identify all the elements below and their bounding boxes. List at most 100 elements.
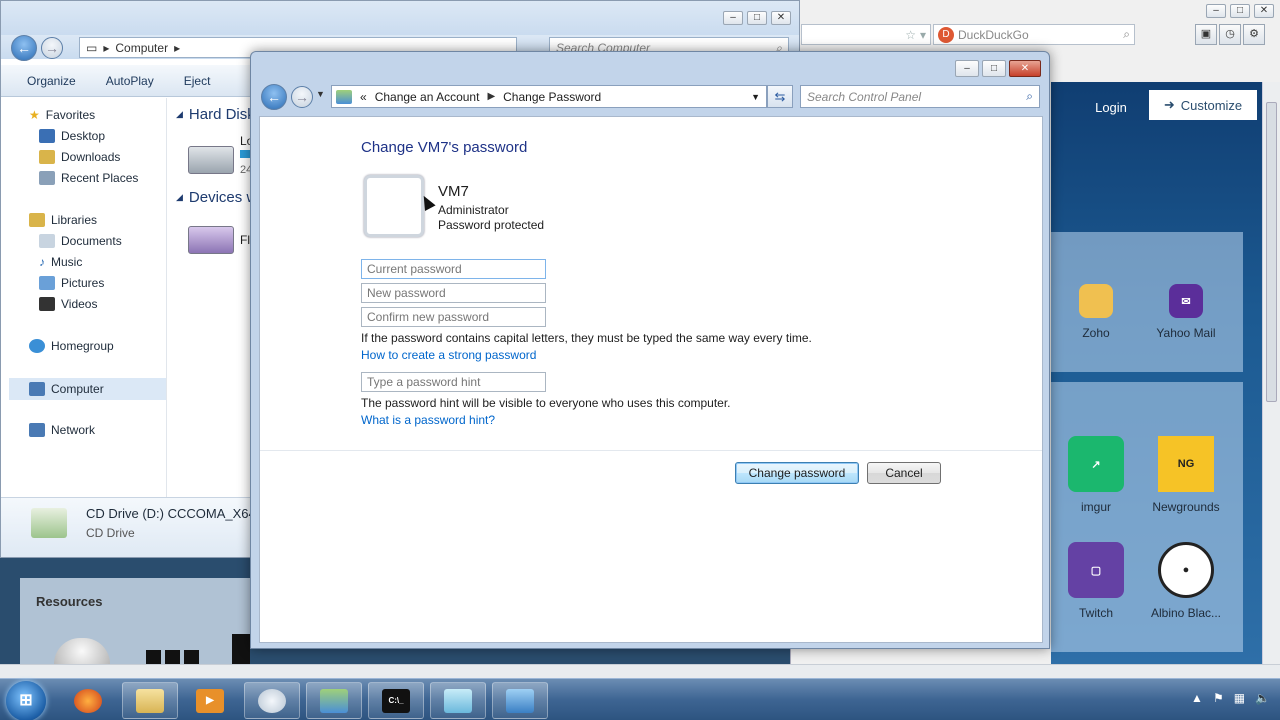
volume-icon[interactable]: 🔈 xyxy=(1255,691,1270,705)
group-hard-disk[interactable]: ◢ Hard Disk xyxy=(176,106,255,123)
start-button[interactable]: ⊞ xyxy=(6,681,46,720)
collapse-icon[interactable]: ◢ xyxy=(176,109,183,120)
wikipedia-icon[interactable] xyxy=(54,638,110,664)
tile-albino-blacksheep[interactable]: ● Albino Blac... xyxy=(1141,542,1231,620)
tile-imgur[interactable]: ↗ imgur xyxy=(1051,436,1141,514)
taskbar-app[interactable] xyxy=(244,682,300,719)
refresh-icon[interactable]: ⇆ xyxy=(767,85,793,108)
taskbar-media-player[interactable]: ▶ xyxy=(182,682,238,719)
browser-search-field[interactable]: D DuckDuckGo ⌕ xyxy=(933,24,1135,45)
cp-minimize-button[interactable]: – xyxy=(955,60,979,77)
horizontal-scrollbar[interactable] xyxy=(0,664,1280,678)
cp-search-input[interactable]: Search Control Panel ⌕ xyxy=(800,85,1040,108)
taskbar-notepad[interactable] xyxy=(430,682,486,719)
bookmarks-icon[interactable]: ▣ xyxy=(1195,24,1217,45)
explorer-minimize-button[interactable]: – xyxy=(723,11,743,25)
collapse-icon[interactable]: ◢ xyxy=(176,192,183,203)
login-button[interactable]: Login xyxy=(1083,92,1139,122)
action-center-icon[interactable]: ⚑ xyxy=(1213,691,1224,705)
browser-scrollbar[interactable] xyxy=(1262,82,1280,664)
nav-videos[interactable]: Videos xyxy=(39,297,97,311)
taskbar-explorer[interactable] xyxy=(122,682,178,719)
floppy-drive-icon[interactable] xyxy=(188,226,234,254)
explorer-maximize-button[interactable]: □ xyxy=(747,11,767,25)
breadcrumb-overflow[interactable]: « xyxy=(360,90,367,104)
forward-arrow-icon[interactable]: → xyxy=(291,86,313,108)
recent-pages-dropdown-icon[interactable]: ▼ xyxy=(316,89,325,99)
chevron-down-icon[interactable]: ▼ xyxy=(751,92,760,102)
nav-pictures[interactable]: Pictures xyxy=(39,276,104,290)
nav-label: Computer xyxy=(51,382,104,396)
tile-label: Twitch xyxy=(1078,606,1113,620)
breadcrumb-change-password[interactable]: Change Password xyxy=(503,90,601,104)
search-icon[interactable]: ⌕ xyxy=(1026,89,1033,104)
scrollbar-thumb[interactable] xyxy=(1266,102,1277,402)
tile-yahoo-mail[interactable]: ✉ Yahoo Mail xyxy=(1141,284,1231,340)
password-hint-input[interactable] xyxy=(361,372,546,392)
user-name: VM7 xyxy=(438,183,469,200)
nav-desktop[interactable]: Desktop xyxy=(39,129,105,143)
taskbar-command-prompt[interactable]: C:\_ xyxy=(368,682,424,719)
browser-page: Login ➜ Customize Zoho ✉ Yahoo Mail ↗ im… xyxy=(1051,82,1262,664)
gear-icon[interactable]: ⚙ xyxy=(1243,24,1265,45)
nav-favorites[interactable]: ★ Favorites xyxy=(29,108,95,122)
show-hidden-icons-icon[interactable]: ▲ xyxy=(1191,691,1203,705)
cancel-button[interactable]: Cancel xyxy=(867,462,941,484)
taskbar-control-panel-users[interactable] xyxy=(306,682,362,719)
strong-password-link[interactable]: How to create a strong password xyxy=(361,348,536,362)
current-password-input[interactable] xyxy=(361,259,546,279)
nav-network[interactable]: Network xyxy=(29,423,95,437)
taskbar-control-panel[interactable] xyxy=(492,682,548,719)
organize-button[interactable]: Organize xyxy=(27,74,76,88)
group-label: Devices w xyxy=(188,189,258,206)
search-placeholder: Search Control Panel xyxy=(807,89,922,104)
imgur-icon: ↗ xyxy=(1068,436,1124,492)
back-arrow-icon[interactable]: ← xyxy=(261,84,287,110)
nav-recent-places[interactable]: Recent Places xyxy=(39,171,138,185)
taskbar-firefox[interactable] xyxy=(60,682,116,719)
videos-icon xyxy=(39,297,55,311)
change-password-button[interactable]: Change password xyxy=(735,462,859,484)
browser-maximize-button[interactable]: □ xyxy=(1230,4,1250,18)
browser-minimize-button[interactable]: – xyxy=(1206,4,1226,18)
breadcrumb-change-account[interactable]: Change an Account xyxy=(375,90,480,104)
user-avatar xyxy=(364,175,424,237)
customize-button[interactable]: ➜ Customize xyxy=(1149,90,1257,120)
new-password-input[interactable] xyxy=(361,283,546,303)
nav-music[interactable]: ♪ Music xyxy=(39,255,82,269)
network-icon[interactable]: ▦ xyxy=(1234,691,1245,705)
nav-homegroup[interactable]: Homegroup xyxy=(29,339,114,353)
explorer-close-button[interactable]: ✕ xyxy=(771,11,791,25)
cp-address-field[interactable]: « Change an Account ▶ Change Password ▼ xyxy=(331,85,767,108)
browser-url-field[interactable]: ☆ ▾ xyxy=(801,24,931,45)
nav-downloads[interactable]: Downloads xyxy=(39,150,120,164)
nav-computer[interactable]: Computer xyxy=(9,378,166,400)
eject-button[interactable]: Eject xyxy=(184,74,211,88)
group-devices[interactable]: ◢ Devices w xyxy=(176,189,257,206)
nav-documents[interactable]: Documents xyxy=(39,234,122,248)
tile-twitch[interactable]: ▢ Twitch xyxy=(1051,542,1141,620)
hard-drive-icon[interactable] xyxy=(188,146,234,174)
chevron-down-icon[interactable]: ▾ xyxy=(920,28,926,42)
chevron-right-icon[interactable]: ▶ xyxy=(487,91,495,102)
forward-arrow-icon[interactable]: → xyxy=(41,37,63,59)
tiles-panel: Zoho ✉ Yahoo Mail xyxy=(1051,232,1243,372)
cp-maximize-button[interactable]: □ xyxy=(982,60,1006,77)
bbc-icon[interactable] xyxy=(146,650,200,664)
tile-zoho[interactable]: Zoho xyxy=(1051,284,1141,340)
tile-newgrounds[interactable]: NG Newgrounds xyxy=(1141,436,1231,514)
browser-close-button[interactable]: ✕ xyxy=(1254,4,1274,18)
back-arrow-icon[interactable]: ← xyxy=(11,35,37,61)
nav-libraries[interactable]: Libraries xyxy=(29,213,97,227)
confirm-password-input[interactable] xyxy=(361,307,546,327)
explorer-nav-pane: ★ Favorites Desktop Downloads Recent Plac… xyxy=(1,98,167,497)
twitch-icon: ▢ xyxy=(1068,542,1124,598)
password-hint-link[interactable]: What is a password hint? xyxy=(361,413,495,427)
autoplay-button[interactable]: AutoPlay xyxy=(106,74,154,88)
history-icon[interactable]: ◷ xyxy=(1219,24,1241,45)
search-icon[interactable]: ⌕ xyxy=(1123,27,1130,42)
terminal-thumb-icon[interactable] xyxy=(232,634,250,664)
cp-close-button[interactable]: ✕ xyxy=(1009,60,1041,77)
bookmark-star-icon[interactable]: ☆ xyxy=(905,28,916,42)
tiles-panel: ↗ imgur NG Newgrounds ▢ Twitch ● Albino … xyxy=(1051,382,1243,652)
